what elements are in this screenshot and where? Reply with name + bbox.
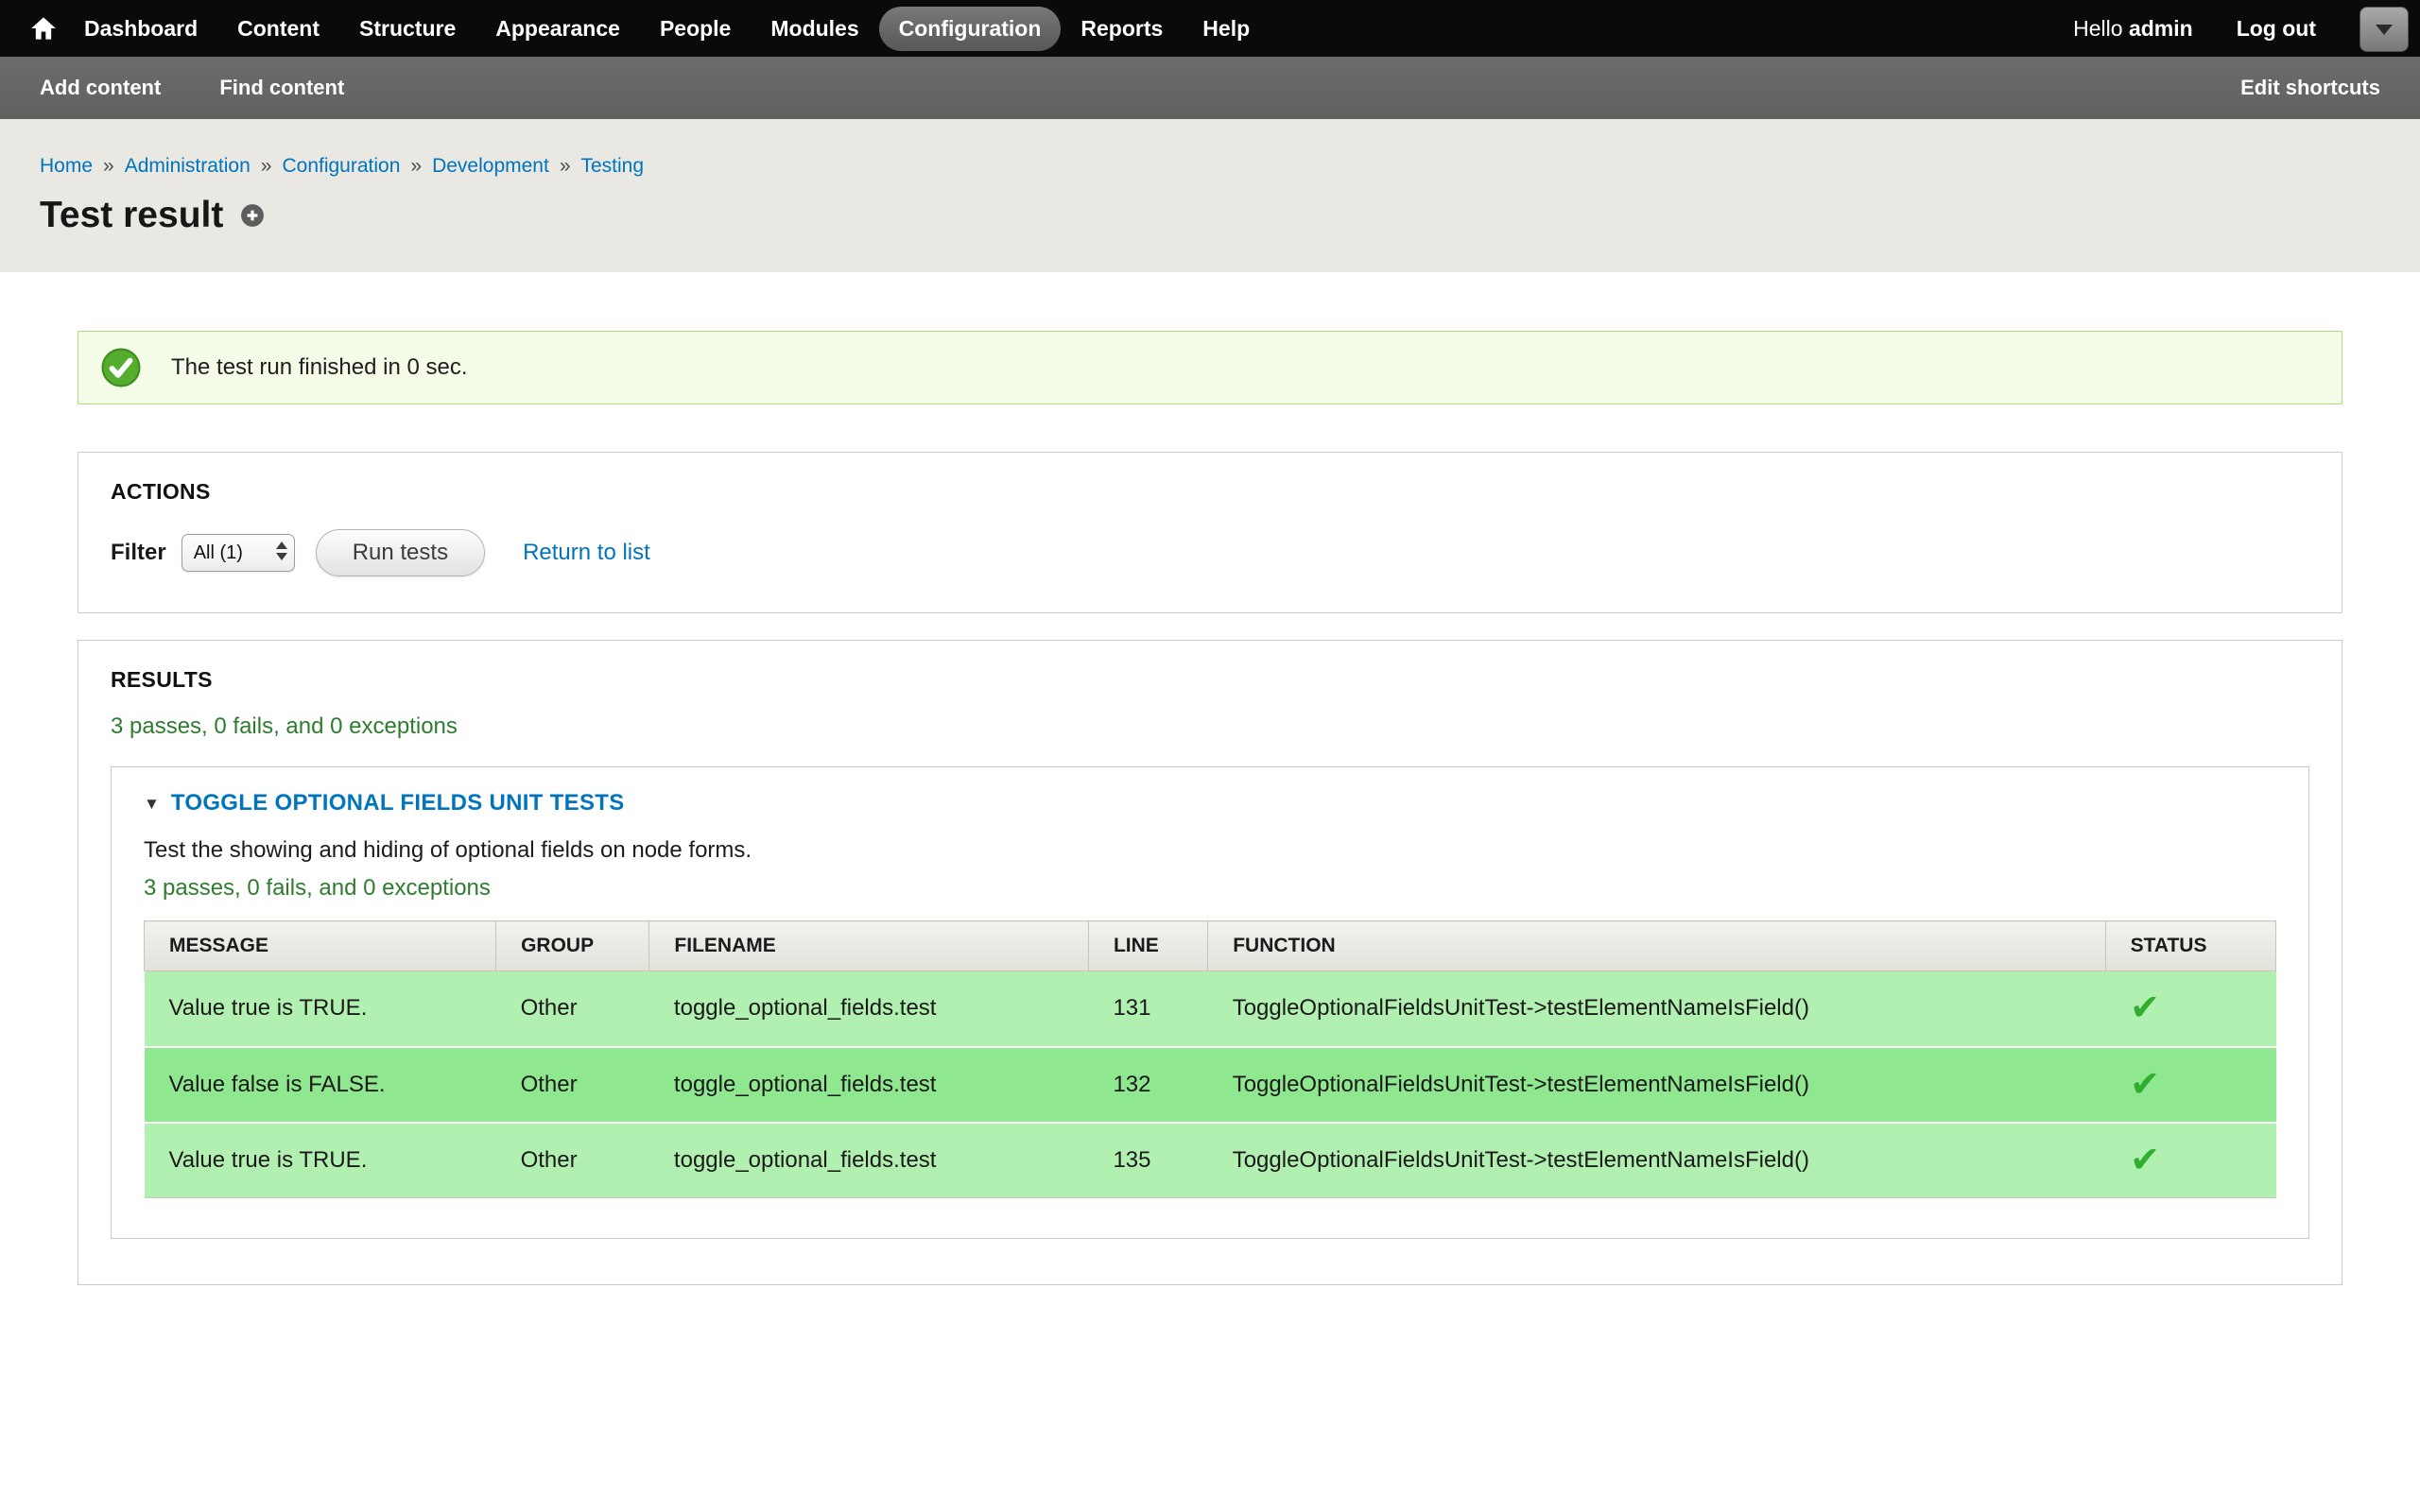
column-header-group: GROUP: [496, 921, 649, 971]
title-row: Test result: [40, 195, 2380, 236]
breadcrumb-configuration[interactable]: Configuration: [282, 155, 400, 178]
results-summary: 3 passes, 0 fails, and 0 exceptions: [111, 713, 2309, 740]
breadcrumb-separator: »: [410, 155, 422, 178]
test-group-description: Test the showing and hiding of optional …: [144, 837, 2276, 864]
cell-function: ToggleOptionalFieldsUnitTest->testElemen…: [1208, 1123, 2105, 1198]
toolbar-toggle-button[interactable]: [2360, 7, 2409, 52]
cell-message: Value false is FALSE.: [145, 1047, 496, 1123]
toolbar-item-people[interactable]: People: [640, 7, 751, 51]
cell-message: Value true is TRUE.: [145, 971, 496, 1047]
page-title: Test result: [40, 195, 223, 236]
breadcrumb-administration[interactable]: Administration: [125, 155, 251, 178]
toolbar-item-reports[interactable]: Reports: [1061, 7, 1183, 51]
logout-link[interactable]: Log out: [2237, 16, 2316, 42]
arrow-down-icon: [276, 553, 287, 560]
column-header-status: STATUS: [2105, 921, 2275, 971]
username: admin: [2129, 16, 2193, 41]
collapse-arrow-icon: ▼: [144, 796, 160, 812]
results-table: MESSAGE GROUP FILENAME LINE FUNCTION STA…: [144, 920, 2276, 1198]
toolbar-menu: Dashboard Content Structure Appearance P…: [64, 7, 1270, 51]
toolbar-item-dashboard[interactable]: Dashboard: [64, 7, 217, 51]
breadcrumb-development[interactable]: Development: [432, 155, 549, 178]
select-stepper-icon: [276, 541, 287, 560]
breadcrumb-separator: »: [560, 155, 571, 178]
results-panel: RESULTS 3 passes, 0 fails, and 0 excepti…: [78, 640, 2342, 1285]
breadcrumb-separator: »: [261, 155, 272, 178]
home-icon[interactable]: [23, 0, 64, 57]
chevron-down-icon: [2376, 25, 2393, 35]
shortcut-add-content[interactable]: Add content: [40, 76, 161, 100]
home-icon-glyph: [30, 16, 57, 41]
cell-function: ToggleOptionalFieldsUnitTest->testElemen…: [1208, 1047, 2105, 1123]
admin-toolbar: Dashboard Content Structure Appearance P…: [0, 0, 2420, 57]
filter-select[interactable]: All (1): [182, 534, 295, 572]
column-header-message: MESSAGE: [145, 921, 496, 971]
test-group-fieldset: ▼ TOGGLE OPTIONAL FIELDS UNIT TESTS Test…: [111, 766, 2309, 1239]
status-message-text: The test run finished in 0 sec.: [171, 354, 468, 381]
cell-status: ✔: [2105, 1123, 2275, 1198]
table-header-row: MESSAGE GROUP FILENAME LINE FUNCTION STA…: [145, 921, 2276, 971]
shortcut-bar: Add content Find content Edit shortcuts: [0, 57, 2420, 119]
greeting-text: Hello: [2073, 16, 2122, 41]
circle-plus-icon[interactable]: [240, 203, 265, 228]
cell-line: 132: [1088, 1047, 1207, 1123]
page-header: Home » Administration » Configuration » …: [0, 119, 2420, 272]
pass-check-icon: ✔: [2130, 1141, 2160, 1180]
status-message: The test run finished in 0 sec.: [78, 331, 2342, 404]
toolbar-item-help[interactable]: Help: [1183, 7, 1270, 51]
table-row: Value true is TRUE. Other toggle_optiona…: [145, 1123, 2276, 1198]
table-row: Value false is FALSE. Other toggle_optio…: [145, 1047, 2276, 1123]
cell-status: ✔: [2105, 971, 2275, 1047]
cell-filename: toggle_optional_fields.test: [649, 1047, 1089, 1123]
test-group-title-row[interactable]: ▼ TOGGLE OPTIONAL FIELDS UNIT TESTS: [144, 790, 2276, 816]
user-greeting: Hello admin: [2073, 16, 2193, 42]
results-legend: RESULTS: [111, 667, 2309, 693]
toolbar-item-appearance[interactable]: Appearance: [475, 7, 640, 51]
breadcrumb-testing[interactable]: Testing: [581, 155, 645, 178]
toolbar-item-structure[interactable]: Structure: [339, 7, 475, 51]
cell-group: Other: [496, 1123, 649, 1198]
cell-group: Other: [496, 971, 649, 1047]
test-group-title[interactable]: TOGGLE OPTIONAL FIELDS UNIT TESTS: [171, 790, 625, 816]
pass-check-icon: ✔: [2130, 1065, 2160, 1105]
toolbar-item-configuration[interactable]: Configuration: [879, 7, 1062, 51]
pass-check-icon: ✔: [2130, 988, 2160, 1028]
filter-row: Filter All (1) Run tests Return to list: [111, 529, 2309, 576]
filter-select-value: All (1): [194, 542, 243, 564]
return-to-list-link[interactable]: Return to list: [523, 540, 650, 566]
table-row: Value true is TRUE. Other toggle_optiona…: [145, 971, 2276, 1047]
run-tests-button[interactable]: Run tests: [316, 529, 485, 576]
toolbar-item-content[interactable]: Content: [217, 7, 339, 51]
shortcut-find-content[interactable]: Find content: [219, 76, 344, 100]
cell-filename: toggle_optional_fields.test: [649, 971, 1089, 1047]
cell-message: Value true is TRUE.: [145, 1123, 496, 1198]
cell-filename: toggle_optional_fields.test: [649, 1123, 1089, 1198]
arrow-up-icon: [276, 541, 287, 549]
edit-shortcuts-link[interactable]: Edit shortcuts: [2240, 76, 2380, 100]
breadcrumb-separator: »: [103, 155, 114, 178]
column-header-line: LINE: [1088, 921, 1207, 971]
toolbar-item-modules[interactable]: Modules: [751, 7, 878, 51]
cell-group: Other: [496, 1047, 649, 1123]
status-ok-icon: [101, 348, 141, 387]
breadcrumb-home[interactable]: Home: [40, 155, 93, 178]
actions-panel: ACTIONS Filter All (1) Run tests Return …: [78, 452, 2342, 613]
cell-line: 135: [1088, 1123, 1207, 1198]
cell-status: ✔: [2105, 1047, 2275, 1123]
cell-line: 131: [1088, 971, 1207, 1047]
column-header-function: FUNCTION: [1208, 921, 2105, 971]
breadcrumb: Home » Administration » Configuration » …: [40, 155, 2380, 178]
cell-function: ToggleOptionalFieldsUnitTest->testElemen…: [1208, 971, 2105, 1047]
column-header-filename: FILENAME: [649, 921, 1089, 971]
actions-legend: ACTIONS: [111, 479, 2309, 505]
test-group-summary: 3 passes, 0 fails, and 0 exceptions: [144, 875, 2276, 902]
main-content: The test run finished in 0 sec. ACTIONS …: [0, 272, 2420, 1285]
filter-label: Filter: [111, 540, 166, 566]
